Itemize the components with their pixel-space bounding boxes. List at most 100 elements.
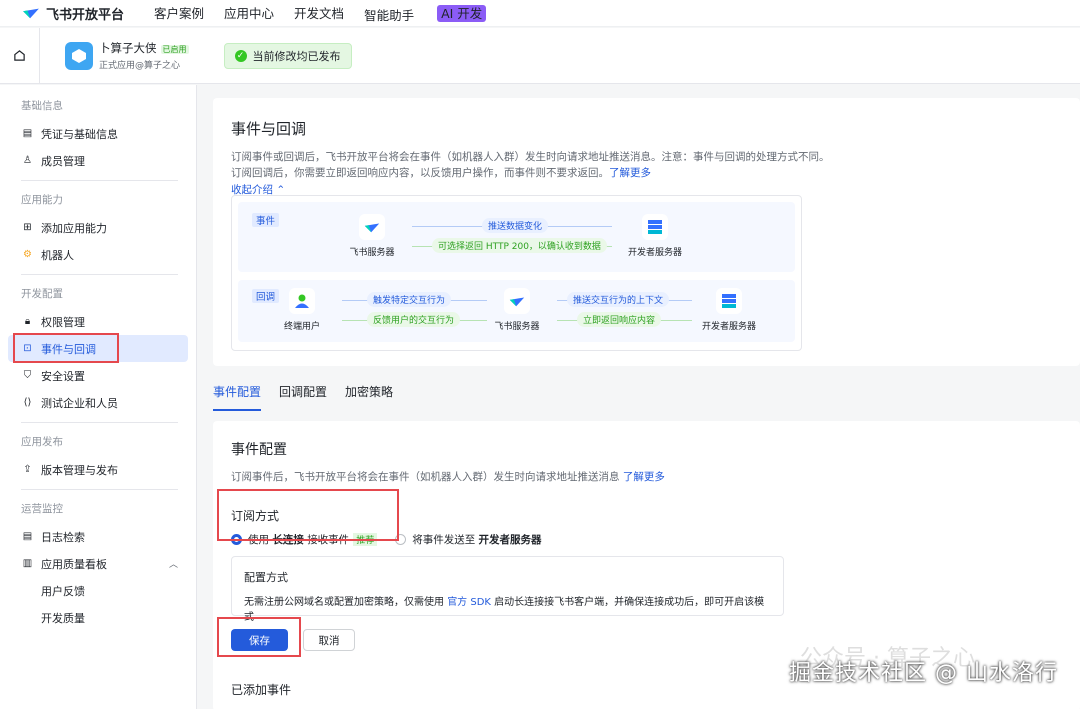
lock-icon: 🔒︎: [24, 316, 31, 327]
check-icon: ✓: [234, 49, 247, 62]
sidebar-item-bot[interactable]: ⚙ 机器人: [0, 241, 196, 268]
cancel-button[interactable]: 取消: [303, 629, 355, 651]
tab-event-config[interactable]: 事件配置: [213, 383, 262, 411]
app-header: 卜算子大侠 已启用 正式应用@算子之心 ✓ 当前修改均已发布: [0, 27, 1080, 84]
user-icon: ♙: [23, 155, 32, 166]
grid-icon: ⊞: [23, 222, 32, 233]
opt2-bold: 开发者服务器: [478, 534, 542, 546]
group-dev-config: 开发配置: [21, 288, 63, 300]
config-mode-box: 配置方式 无需注册公网域名或配置加密策略，仅需使用 官方 SDK 启动长连接接飞…: [231, 556, 784, 623]
node-label: 终端用户: [283, 322, 320, 332]
app-avatar: [65, 41, 93, 70]
code-icon: ⟨⟩: [23, 397, 32, 408]
nav-docs[interactable]: 开发文档: [294, 3, 344, 24]
label-trigger-action: 触发特定交互行为: [367, 292, 452, 307]
sidebar-item-security[interactable]: ⛉ 安全设置: [0, 362, 196, 389]
node-label: 开发者服务器: [627, 248, 682, 258]
feishu-server-node-2: 飞书服务器: [482, 288, 552, 332]
nav-cases[interactable]: 客户案例: [154, 3, 204, 24]
sidebar-item-label: 凭证与基础信息: [41, 127, 118, 141]
tab-callback-config[interactable]: 回调配置: [279, 383, 327, 411]
app-status-badge: 已启用: [160, 45, 189, 54]
config-mode-title: 配置方式: [244, 571, 288, 584]
sidebar-item-logs[interactable]: ▤ 日志检索: [0, 523, 196, 550]
user-avatar-icon: [289, 288, 315, 314]
nav-assistant-label: 智能助手: [364, 7, 415, 23]
sidebar-item-feedback[interactable]: 用户反馈: [0, 577, 196, 604]
sidebar-item-members[interactable]: ♙ 成员管理: [0, 147, 196, 174]
ai-badge: AI 开发: [437, 4, 487, 22]
sidebar-item-quality[interactable]: ▥ 应用质量看板 ︿: [0, 550, 196, 577]
label-return-now: 立即返回响应内容: [577, 312, 662, 327]
log-icon: ▤: [22, 531, 33, 542]
home-button[interactable]: [0, 27, 40, 84]
nav-app-center[interactable]: 应用中心: [224, 3, 274, 24]
credential-icon: ▤: [22, 128, 33, 139]
label-push-change: 推送数据变化: [482, 218, 549, 233]
learn-more-link[interactable]: 了解更多: [609, 167, 651, 179]
sidebar-item-label: 应用质量看板: [41, 557, 107, 571]
publish-status-text: 当前修改均已发布: [252, 49, 341, 63]
group-capability: 应用能力: [21, 194, 63, 206]
highlight-save-button: [217, 617, 301, 657]
sdk-link[interactable]: 官方 SDK: [447, 597, 491, 608]
shield-icon: ⛉: [23, 370, 32, 381]
mode-desc-pre: 无需注册公网域名或配置加密策略，仅需使用: [244, 597, 444, 608]
learn-more-link[interactable]: 了解更多: [623, 471, 665, 483]
intro-desc-1: 订阅事件或回调后，飞书开放平台将会在事件（如机器人入群）发生时向请求地址推送消息…: [231, 151, 830, 163]
flow-diagram: 事件 回调 飞书服务器 开发者服务器 推送数据变化 可选择返回 HTTP 200…: [231, 195, 802, 351]
sidebar: 基础信息 ▤ 凭证与基础信息 ♙ 成员管理 应用能力 ⊞ 添加应用能力 ⚙ 机器人 开发…: [0, 85, 197, 709]
sidebar-item-test-tenant[interactable]: ⟨⟩ 测试企业和人员: [0, 389, 196, 416]
node-label: 开发者服务器: [701, 322, 756, 332]
upload-icon: ⇪: [23, 464, 32, 475]
node-label: 飞书服务器: [349, 248, 395, 258]
divider: [21, 422, 178, 423]
tab-encryption[interactable]: 加密策略: [345, 383, 393, 411]
intro-desc-2: 订阅回调后，你需要立即返回响应内容，以反馈用户操作，而事件则不要求返回。: [231, 167, 609, 179]
end-user-node: 终端用户: [267, 288, 337, 332]
sidebar-item-label: 权限管理: [41, 315, 85, 329]
sidebar-item-label: 日志检索: [41, 530, 85, 544]
brand-logo[interactable]: 飞书开放平台: [22, 4, 124, 23]
sidebar-item-permissions[interactable]: 🔒︎ 权限管理: [0, 308, 196, 335]
label-return-200: 可选择返回 HTTP 200，以确认收到数据: [432, 238, 607, 253]
event-config-desc: 订阅事件后，飞书开放平台将会在事件（如机器人入群）发生时向请求地址推送消息: [231, 471, 620, 483]
nav-assistant[interactable]: 智能助手 AI 开发: [364, 3, 506, 24]
event-lane: [238, 202, 795, 272]
sidebar-item-credentials[interactable]: ▤ 凭证与基础信息: [0, 120, 196, 147]
publish-status: ✓ 当前修改均已发布: [223, 42, 352, 69]
divider: [21, 489, 178, 490]
feishu-logo-icon: [359, 214, 385, 240]
sidebar-item-label: 机器人: [41, 248, 74, 262]
group-ops: 运营监控: [21, 503, 63, 515]
feishu-logo-icon: [23, 8, 39, 19]
dev-server-node-2: 开发者服务器: [694, 288, 764, 332]
divider: [21, 180, 178, 181]
sidebar-item-label: 安全设置: [41, 369, 85, 383]
group-basic: 基础信息: [21, 100, 63, 112]
sidebar-item-label: 添加应用能力: [41, 221, 107, 235]
chevron-up-icon[interactable]: ︿: [169, 557, 178, 570]
app-name: 卜算子大侠: [99, 41, 157, 55]
node-label: 飞书服务器: [494, 322, 540, 332]
watermark: 掘金技术社区 @ 山水洛行: [789, 661, 1058, 686]
highlight-events-menu: [13, 333, 119, 363]
event-config-title: 事件配置: [231, 442, 287, 458]
label-feedback: 反馈用户的交互行为: [367, 312, 461, 327]
sidebar-item-label: 成员管理: [41, 154, 85, 168]
opt2-pre: 将事件发送至: [412, 534, 476, 546]
sidebar-item-versions[interactable]: ⇪ 版本管理与发布: [0, 456, 196, 483]
sidebar-item-dev-quality[interactable]: 开发质量: [0, 604, 196, 631]
sidebar-item-label: 版本管理与发布: [41, 463, 118, 477]
cube-icon: [72, 48, 86, 63]
bar-chart-icon: ▥: [22, 558, 33, 569]
event-tag: 事件: [252, 213, 280, 227]
server-icon: [642, 214, 668, 240]
divider: [21, 274, 178, 275]
sidebar-item-label: 测试企业和人员: [41, 396, 118, 410]
server-icon: [716, 288, 742, 314]
robot-icon: ⚙: [23, 249, 32, 260]
top-navbar: 飞书开放平台 客户案例 应用中心 开发文档 智能助手 AI 开发: [0, 0, 1080, 27]
feishu-logo-icon: [504, 288, 530, 314]
sidebar-item-add-capability[interactable]: ⊞ 添加应用能力: [0, 214, 196, 241]
